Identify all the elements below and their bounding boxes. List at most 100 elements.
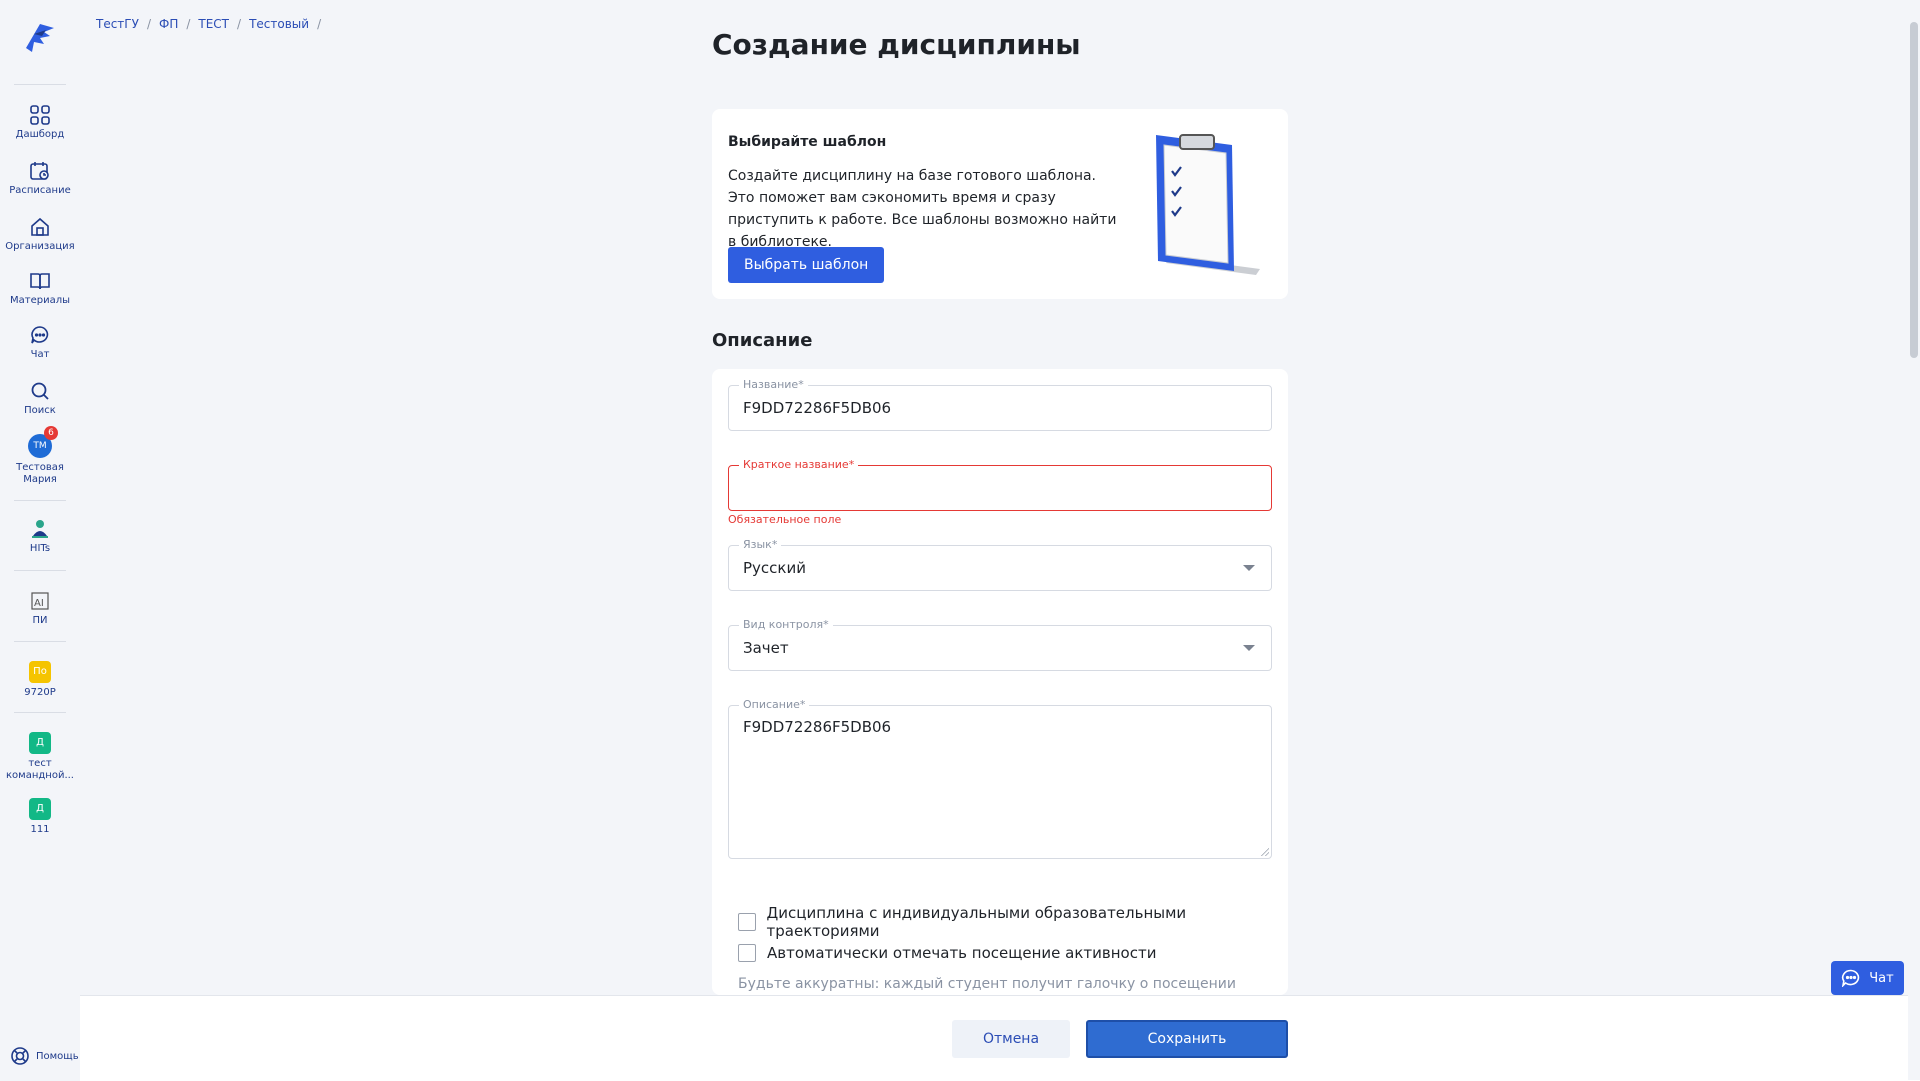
sidebar-item-label: 111 — [30, 824, 50, 835]
description-form-card: Название* F9DD72286F5DB06 Краткое назван… — [712, 369, 1288, 995]
app-avatar: Д — [29, 732, 51, 754]
name-field-label: Название* — [739, 378, 808, 391]
description-field-label: Описание* — [739, 698, 810, 711]
save-button[interactable]: Сохранить — [1086, 1020, 1288, 1058]
lifebuoy-icon — [11, 1047, 29, 1065]
sidebar-item-label: Поиск — [24, 405, 56, 416]
notification-badge: 6 — [44, 426, 58, 440]
name-input[interactable]: Название* F9DD72286F5DB06 — [728, 378, 1272, 431]
chat-button-label: Чат — [1869, 970, 1894, 986]
sidebar-item-label: ПИ — [32, 615, 48, 626]
template-card-text: Создайте дисциплину на базе готового шаб… — [728, 168, 1117, 250]
scrollbar-thumb[interactable] — [1910, 22, 1918, 358]
breadcrumb-item[interactable]: Тестовый — [249, 17, 309, 31]
control-type-select[interactable]: Вид контроля* Зачет — [728, 618, 1272, 671]
app-avatar: Д — [29, 798, 51, 820]
sidebar-item-dashboard[interactable]: Дашборд — [0, 104, 80, 141]
sidebar-item-label: Организация — [5, 241, 75, 252]
description-textarea[interactable]: Описание* F9DD72286F5DB06 — [728, 698, 1272, 859]
name-field-value: F9DD72286F5DB06 — [743, 399, 892, 417]
breadcrumb-separator: / — [186, 17, 191, 31]
help-label: Помощь — [36, 1050, 79, 1062]
short-name-input[interactable]: Краткое название* — [728, 458, 1272, 511]
control-type-field-value: Зачет — [743, 639, 789, 657]
breadcrumb-separator: / — [146, 17, 151, 31]
sidebar-item-chat[interactable]: Чат — [0, 324, 80, 361]
breadcrumb-item[interactable]: ТестГУ — [96, 17, 139, 31]
page-title: Создание дисциплины — [712, 28, 1081, 61]
language-field-value: Русский — [743, 559, 806, 577]
description-section-title: Описание — [712, 330, 813, 351]
avatar: ТМ 6 — [28, 426, 58, 458]
attendance-hint: Будьте аккуратны: каждый студент получит… — [738, 976, 1236, 992]
chevron-down-icon — [1243, 565, 1255, 571]
breadcrumb-item[interactable]: ТЕСТ — [198, 17, 229, 31]
sidebar-item-label: HITs — [29, 543, 51, 554]
sidebar-item-hits[interactable]: HITs — [0, 518, 80, 555]
sidebar-divider — [14, 500, 66, 501]
sidebar-item-label: тест командной... — [6, 758, 74, 781]
sidebar-item-pi[interactable]: АI ПИ — [0, 590, 80, 627]
sidebar-item-label: Чат — [30, 349, 50, 360]
control-type-field-label: Вид контроля* — [739, 618, 833, 631]
dashboard-icon — [30, 105, 50, 125]
hits-logo-icon — [32, 520, 48, 538]
sidebar-item-111[interactable]: Д 111 — [0, 798, 80, 836]
sidebar-divider — [14, 641, 66, 642]
sidebar-item-team-test[interactable]: Д тест командной... — [0, 732, 80, 782]
name-field[interactable]: Название* F9DD72286F5DB06 — [728, 378, 1272, 431]
description-field[interactable]: Описание* F9DD72286F5DB06 — [728, 698, 1272, 859]
sidebar-divider — [14, 84, 66, 85]
short-name-error: Обязательное поле — [728, 513, 842, 526]
svg-text:АI: АI — [34, 598, 44, 609]
language-field[interactable]: Язык* Русский — [728, 538, 1272, 591]
language-select[interactable]: Язык* Русский — [728, 538, 1272, 591]
individual-trajectory-checkbox[interactable] — [738, 913, 756, 931]
page-scrollbar[interactable] — [1908, 0, 1920, 1080]
short-name-field[interactable]: Краткое название* Обязательное поле — [728, 458, 1272, 526]
breadcrumb: ТестГУ / ФП / ТЕСТ / Тестовый / — [96, 17, 329, 31]
book-icon — [30, 273, 50, 290]
choose-template-button[interactable]: Выбрать шаблон — [728, 247, 885, 283]
chat-bubble-icon — [1842, 969, 1860, 987]
sidebar-item-label: Тестовая Мария — [16, 462, 64, 485]
sidebar-item-9720r[interactable]: По 9720Р — [0, 661, 80, 699]
sidebar-item-materials[interactable]: Материалы — [0, 270, 80, 307]
sidebar-divider — [14, 570, 66, 571]
avatar-initials: ТМ — [33, 441, 47, 451]
pi-logo-icon: АI — [31, 592, 49, 610]
sidebar: Дашборд Расписание Организация Материалы… — [0, 0, 80, 1080]
sidebar-item-search[interactable]: Поиск — [0, 380, 80, 417]
control-type-field[interactable]: Вид контроля* Зачет — [728, 618, 1272, 671]
template-card-title: Выбирайте шаблон — [728, 134, 887, 150]
app-avatar: По — [29, 661, 51, 683]
help-link[interactable]: Помощь — [10, 1046, 79, 1066]
short-name-field-label: Краткое название* — [739, 458, 859, 471]
chevron-down-icon — [1243, 645, 1255, 651]
breadcrumb-separator: / — [317, 17, 322, 31]
resize-handle-icon[interactable] — [1261, 848, 1269, 856]
cancel-button[interactable]: Отмена — [952, 1020, 1070, 1058]
form-footer: Отмена Сохранить — [80, 995, 1920, 1081]
individual-trajectory-checkbox-row[interactable]: Дисциплина с индивидуальными образовател… — [738, 904, 1288, 940]
description-field-value: F9DD72286F5DB06 — [743, 718, 892, 736]
breadcrumb-item[interactable]: ФП — [159, 17, 178, 31]
sidebar-item-label: Расписание — [9, 185, 71, 196]
sidebar-item-label: 9720Р — [24, 687, 56, 698]
sidebar-item-profile[interactable]: ТМ 6 Тестовая Мария — [0, 426, 80, 486]
clipboard-illustration-icon — [1156, 134, 1260, 275]
sidebar-item-label: Материалы — [10, 295, 70, 306]
auto-attendance-checkbox[interactable] — [738, 944, 756, 962]
sidebar-item-schedule[interactable]: Расписание — [0, 160, 80, 197]
breadcrumb-separator: / — [237, 17, 242, 31]
template-card: Выбирайте шаблон Создайте дисциплину на … — [712, 109, 1288, 299]
auto-attendance-checkbox-row[interactable]: Автоматически отмечать посещение активно… — [738, 944, 1156, 962]
chat-icon — [31, 326, 49, 344]
sidebar-divider — [14, 712, 66, 713]
chat-button[interactable]: Чат — [1831, 961, 1904, 995]
sidebar-item-label: Дашборд — [15, 129, 65, 140]
sidebar-item-organization[interactable]: Организация — [0, 216, 80, 253]
home-icon — [31, 217, 49, 236]
auto-attendance-label: Автоматически отмечать посещение активно… — [767, 944, 1157, 962]
logo-icon[interactable] — [20, 18, 60, 58]
